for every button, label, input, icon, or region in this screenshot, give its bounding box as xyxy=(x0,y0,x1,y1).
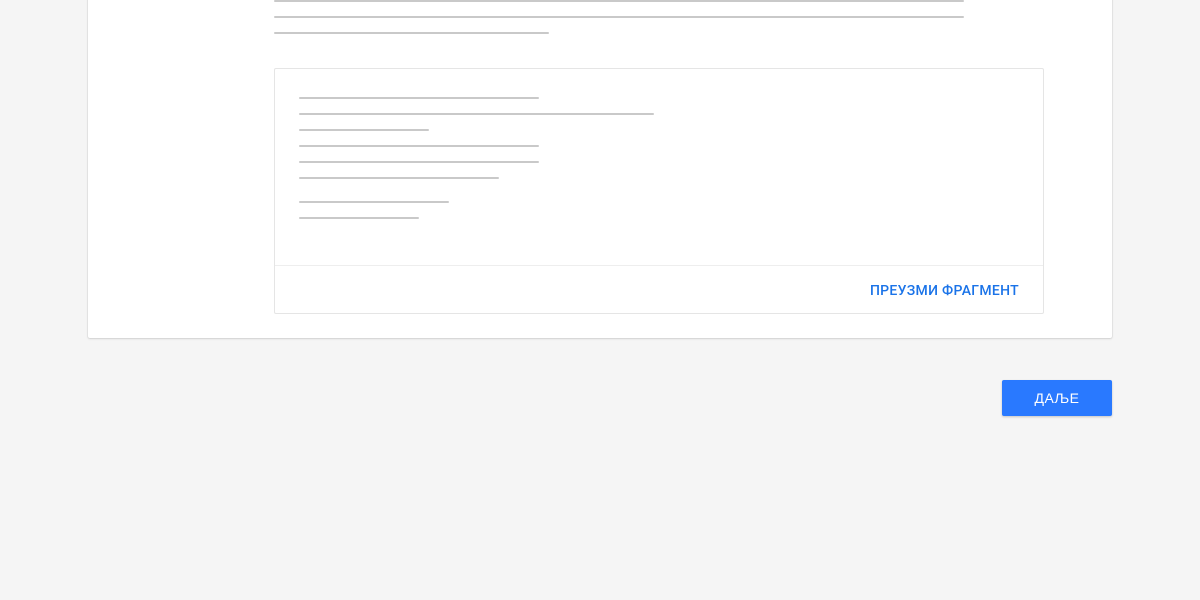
code-line xyxy=(299,201,449,203)
text-line xyxy=(274,16,964,18)
next-button[interactable]: ДАЉЕ xyxy=(1002,380,1112,416)
code-line xyxy=(299,97,539,99)
text-line xyxy=(274,0,964,2)
code-snippet-content xyxy=(275,69,1043,265)
code-line xyxy=(299,217,419,219)
code-line xyxy=(299,129,429,131)
content-card: ПРЕУЗМИ ФРАГМЕНТ xyxy=(88,0,1112,338)
code-line xyxy=(299,113,654,115)
download-snippet-link[interactable]: ПРЕУЗМИ ФРАГМЕНТ xyxy=(870,283,1019,299)
text-line xyxy=(274,32,549,34)
content-area: ПРЕУЗМИ ФРАГМЕНТ xyxy=(88,0,1112,314)
code-snippet-footer: ПРЕУЗМИ ФРАГМЕНТ xyxy=(275,265,1043,313)
code-line xyxy=(299,145,539,147)
code-line xyxy=(299,177,499,179)
code-line xyxy=(299,161,539,163)
description-text-placeholder xyxy=(274,0,1012,34)
code-snippet-box: ПРЕУЗМИ ФРАГМЕНТ xyxy=(274,68,1044,314)
